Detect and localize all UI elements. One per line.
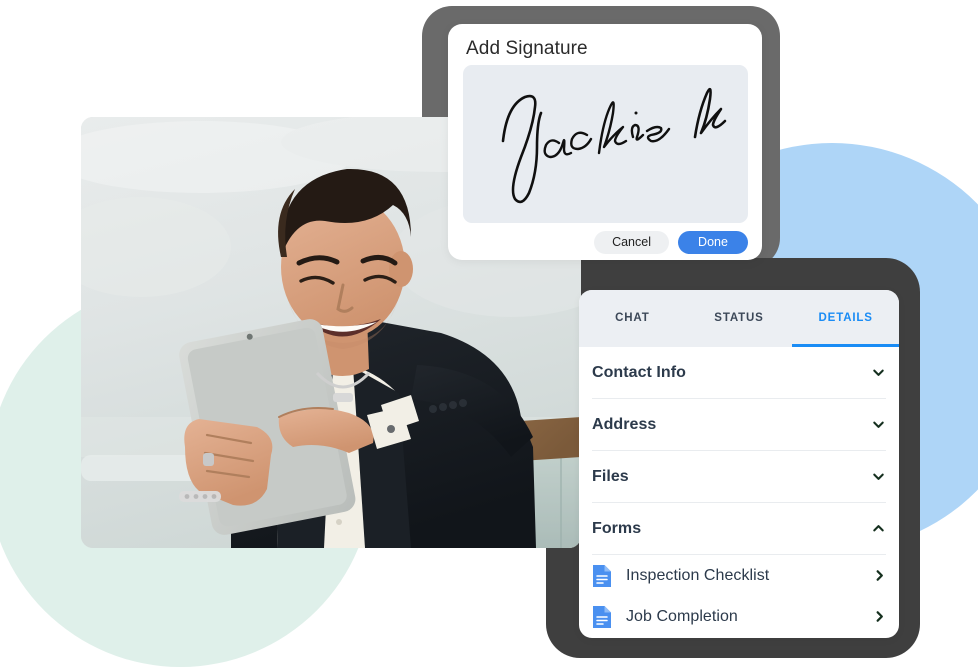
add-signature-dialog: Add Signature Cancel Done <box>448 24 762 260</box>
accordion-section-address[interactable]: Address <box>592 399 886 451</box>
composition-stage: Add Signature Cancel Done CHAT STATUS DE… <box>0 0 978 668</box>
section-label: Files <box>592 467 629 485</box>
details-panel: CHAT STATUS DETAILS Contact Info Address… <box>579 290 899 638</box>
tab-status[interactable]: STATUS <box>686 290 793 347</box>
dialog-title: Add Signature <box>466 38 588 59</box>
accordion-section-contact-info[interactable]: Contact Info <box>592 347 886 399</box>
form-item-job-completion[interactable]: Job Completion <box>592 596 886 637</box>
accordion-section-forms[interactable]: Forms <box>592 503 886 555</box>
chevron-right-icon <box>876 611 883 622</box>
signature-canvas[interactable] <box>463 65 748 223</box>
chevron-down-icon <box>873 473 884 480</box>
document-icon <box>593 605 611 628</box>
chevron-down-icon <box>873 369 884 376</box>
accordion-section-files[interactable]: Files <box>592 451 886 503</box>
section-label: Forms <box>592 519 642 537</box>
form-item-label: Job Completion <box>626 607 738 625</box>
done-button[interactable]: Done <box>678 231 748 254</box>
details-accordion: Contact Info Address Files Forms Inspect… <box>579 347 899 637</box>
signature-drawing <box>501 87 727 204</box>
tab-details[interactable]: DETAILS <box>792 290 899 347</box>
section-label: Contact Info <box>592 363 686 381</box>
document-icon <box>593 564 611 587</box>
form-item-inspection-checklist[interactable]: Inspection Checklist <box>592 555 886 596</box>
tab-chat[interactable]: CHAT <box>579 290 686 347</box>
form-item-label: Inspection Checklist <box>626 566 770 584</box>
panel-tabbar: CHAT STATUS DETAILS <box>579 290 899 347</box>
dialog-actions: Cancel Done <box>448 231 748 254</box>
chevron-up-icon <box>873 525 884 532</box>
section-label: Address <box>592 415 657 433</box>
chevron-right-icon <box>876 570 883 581</box>
chevron-down-icon <box>873 421 884 428</box>
cancel-button[interactable]: Cancel <box>594 231 669 254</box>
